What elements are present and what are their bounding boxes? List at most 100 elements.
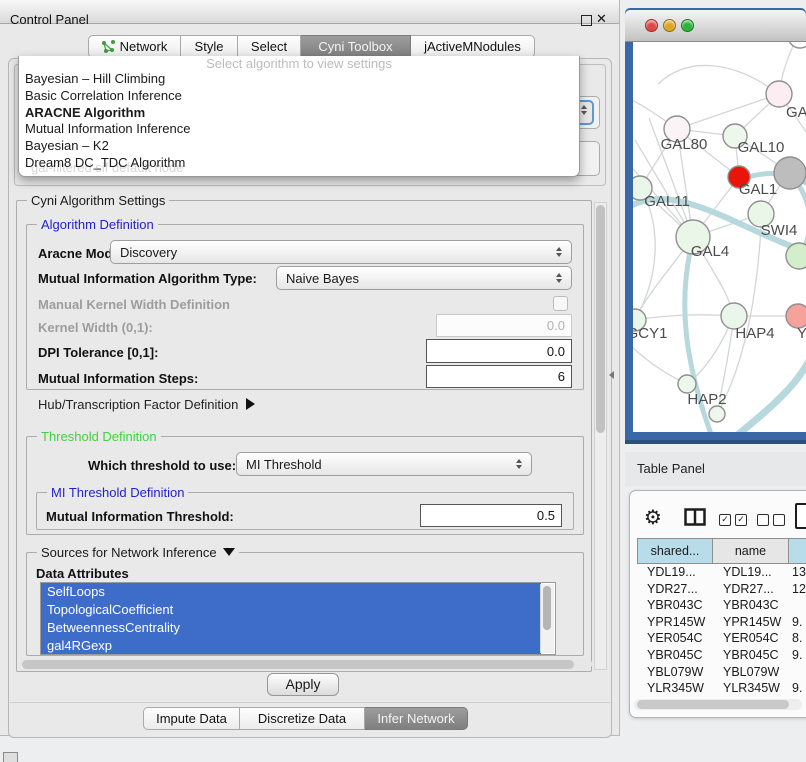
clear-all-checks-icon[interactable] xyxy=(757,514,785,526)
settings-hscroll-thumb[interactable] xyxy=(22,660,574,669)
network-edge-thick[interactable] xyxy=(729,338,806,432)
minimize-traffic-light-icon[interactable] xyxy=(663,19,676,32)
panel-divider-line xyxy=(10,702,610,703)
mi-type-combo[interactable]: Naive Bayes xyxy=(276,266,572,290)
table-cell: 9. xyxy=(789,647,806,664)
table-row[interactable]: YBL079WYBL079W xyxy=(637,664,806,681)
table-body: YDL19...YDL19...13YDR27...YDR27...12YBR0… xyxy=(637,564,806,713)
network-canvas[interactable]: GAL7GAL80GAL10GAL1GAL11SWI4GAL4GCY1HAP4Y… xyxy=(633,42,806,432)
table-row[interactable]: YDL19...YDL19...13 xyxy=(637,564,806,581)
list-scrollbar-thumb[interactable] xyxy=(543,586,551,630)
network-edge[interactable] xyxy=(658,65,779,94)
tab-style[interactable]: Style xyxy=(181,35,238,58)
table-hscroll-thumb[interactable] xyxy=(637,700,789,709)
settings-vertical-scrollbar[interactable] xyxy=(594,202,607,670)
table-cell: YPR145W xyxy=(637,614,713,631)
expand-arrow-icon xyxy=(246,398,255,410)
network-edge[interactable] xyxy=(677,94,779,129)
tab-discretize-data[interactable]: Discretize Data xyxy=(240,707,365,730)
tab-infer-network[interactable]: Infer Network xyxy=(365,707,468,730)
aracne-mode-value: Discovery xyxy=(120,245,177,260)
float-window-icon[interactable] xyxy=(581,15,592,26)
sources-title[interactable]: Sources for Network Inference xyxy=(37,545,239,560)
stepper-icon xyxy=(556,273,562,283)
mi-type-value: Naive Bayes xyxy=(286,271,359,286)
table-cell: YLR345W xyxy=(713,680,789,697)
table-cell: YBR045C xyxy=(637,647,713,664)
attribute-item-betweennesscentrality[interactable]: BetweennessCentrality xyxy=(41,619,541,637)
column-header-a[interactable]: A xyxy=(789,538,806,564)
attribute-item-topologicalcoefficient[interactable]: TopologicalCoefficient xyxy=(41,601,541,619)
kernel-width-field[interactable] xyxy=(436,314,572,337)
algorithm-option-dream8-dc-tdc-algorithm[interactable]: Dream8 DC_TDC Algorithm xyxy=(19,155,579,172)
control-panel-titlebar[interactable] xyxy=(0,0,619,24)
algorithm-option-bayesian-k2[interactable]: Bayesian – K2 xyxy=(19,138,579,155)
table-cell: 9. xyxy=(789,680,806,697)
network-node-big-green[interactable] xyxy=(786,243,806,269)
table-row[interactable]: YER054CYER054C8. xyxy=(637,630,806,647)
algorithm-option-basic-correlation-inference[interactable]: Basic Correlation Inference xyxy=(19,88,579,105)
network-node-gray-node[interactable] xyxy=(774,157,806,189)
dpi-tolerance-field[interactable] xyxy=(426,339,572,363)
table-row[interactable]: YDR27...YDR27...12 xyxy=(637,581,806,598)
table-cell: YBR043C xyxy=(637,597,713,614)
tab-jactivemnodules[interactable]: jActiveMNodules xyxy=(411,35,535,58)
algorithm-option-aracne-algorithm[interactable]: ARACNE Algorithm xyxy=(19,105,579,122)
tab-network[interactable]: Network xyxy=(88,35,181,58)
list-scrollbar[interactable] xyxy=(540,584,554,653)
which-threshold-combo[interactable]: MI Threshold xyxy=(236,452,532,476)
tab-label: jActiveMNodules xyxy=(424,39,521,54)
algorithm-option-mutual-information-inference[interactable]: Mutual Information Inference xyxy=(19,121,579,138)
attribute-item-selfloops[interactable]: SelfLoops xyxy=(41,583,541,601)
algorithm-option-bayesian-hill-climbing[interactable]: Bayesian – Hill Climbing xyxy=(19,71,579,88)
settings-horizontal-scrollbar[interactable] xyxy=(18,658,592,670)
popup-item-list: Bayesian – Hill ClimbingBasic Correlatio… xyxy=(19,71,579,172)
mi-threshold-field[interactable] xyxy=(420,504,562,527)
tab-cyni-toolbox[interactable]: Cyni Toolbox xyxy=(301,35,411,58)
network-node-label: GAL10 xyxy=(738,139,785,156)
table-cell: YBL079W xyxy=(637,664,713,681)
network-node-label: GAL80 xyxy=(661,136,708,153)
table-row[interactable]: YBR043CYBR043C xyxy=(637,597,806,614)
network-edge[interactable] xyxy=(633,342,687,384)
algorithm-definition-title: Algorithm Definition xyxy=(37,217,158,232)
document-icon[interactable] xyxy=(795,503,806,529)
split-pane-grip-icon[interactable] xyxy=(609,371,614,379)
manual-kernel-checkbox[interactable] xyxy=(553,296,568,311)
corner-widget-icon[interactable] xyxy=(3,752,18,762)
network-node-label: HAP4 xyxy=(735,325,774,342)
table-cell: YLR345W xyxy=(637,680,713,697)
zoom-traffic-light-icon[interactable] xyxy=(681,19,694,32)
table-row[interactable]: YPR145WYPR145W9. xyxy=(637,614,806,631)
table-cell: YDL19... xyxy=(637,564,713,581)
data-attributes-list: SelfLoopsTopologicalCoefficientBetweenne… xyxy=(40,582,556,655)
settings-vscroll-thumb[interactable] xyxy=(596,205,605,433)
tab-select[interactable]: Select xyxy=(238,35,301,58)
close-icon[interactable]: ✕ xyxy=(596,11,607,27)
table-row[interactable]: YBR045CYBR045C9. xyxy=(637,647,806,664)
checked-box-icon: ✓ xyxy=(719,514,731,526)
network-node-label: GAL7 xyxy=(786,104,806,121)
tab-impute-data[interactable]: Impute Data xyxy=(143,707,240,730)
bottom-tab-bar: Impute DataDiscretize DataInfer Network xyxy=(143,707,468,730)
mi-steps-field[interactable] xyxy=(426,365,572,388)
network-node-label: GCY1 xyxy=(633,325,667,342)
attribute-item-gal4rgexp[interactable]: gal4RGexp xyxy=(41,637,541,655)
column-header-name[interactable]: name xyxy=(713,538,789,564)
hub-definition-toggle[interactable]: Hub/Transcription Factor Definition xyxy=(38,397,255,412)
network-node-top-partial[interactable] xyxy=(788,42,806,48)
table-row[interactable]: YLR345WYLR345W9. xyxy=(637,680,806,697)
split-columns-icon[interactable] xyxy=(684,508,706,526)
table-cell: YPR145W xyxy=(713,614,789,631)
aracne-mode-combo[interactable]: Discovery xyxy=(110,240,572,264)
mi-type-label: Mutual Information Algorithm Type: xyxy=(38,271,257,286)
network-node-bottom-node[interactable] xyxy=(709,406,725,422)
table-horizontal-scrollbar[interactable] xyxy=(634,699,802,710)
close-traffic-light-icon[interactable] xyxy=(645,19,658,32)
select-all-checks-icon[interactable]: ✓ ✓ xyxy=(719,514,747,526)
collapse-arrow-icon xyxy=(223,548,235,556)
apply-button[interactable]: Apply xyxy=(267,673,339,696)
gear-icon[interactable]: ⚙ xyxy=(644,505,662,530)
table-cell xyxy=(789,664,806,681)
column-header-shared[interactable]: shared... xyxy=(637,538,713,564)
